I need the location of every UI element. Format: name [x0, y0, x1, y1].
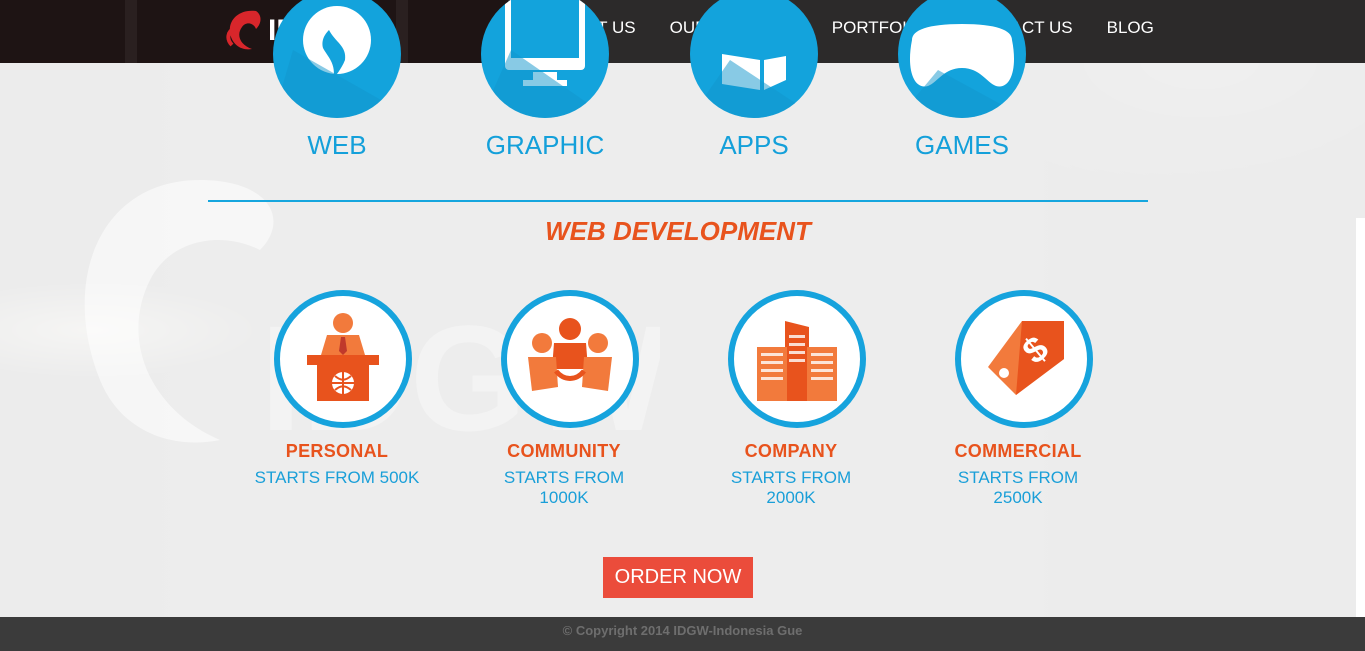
main-nav: ABOUT US OUR SERVICES PORTFOLIO CONTACT …: [532, 0, 1171, 56]
category-label: WEB: [307, 130, 367, 160]
package-name: COMMUNITY: [507, 441, 621, 461]
nav-blog[interactable]: BLOG: [1090, 18, 1171, 38]
flame-logo-icon: [226, 10, 261, 50]
page-edge: [1356, 218, 1365, 618]
order-now-button[interactable]: ORDER NOW: [603, 557, 753, 598]
category-label: APPS: [719, 130, 789, 160]
people-group-icon: [501, 290, 639, 428]
section-divider: [208, 200, 1148, 202]
top-navbar: IDGW ABOUT US OUR SERVICES PORTFOLIO CON…: [0, 0, 1365, 63]
navbar-strip: [125, 0, 137, 63]
package-price: STARTS FROM 1000K: [503, 468, 625, 507]
package-price: STARTS FROM 2500K: [957, 468, 1079, 507]
package-price: STARTS FROM 2000K: [730, 468, 852, 507]
package-price: STARTS FROM 500K: [254, 468, 420, 487]
copyright-text: © Copyright 2014 IDGW-Indonesia Gue: [562, 623, 803, 638]
package-name: COMPANY: [744, 441, 838, 461]
package-name: COMMERCIAL: [954, 441, 1082, 461]
package-name: PERSONAL: [285, 441, 389, 461]
content-panel: [0, 0, 1365, 617]
category-label: GRAPHIC: [485, 130, 605, 160]
buildings-icon: [728, 290, 866, 428]
section-title: WEB DEVELOPMENT: [545, 216, 811, 246]
speaker-podium-icon: [274, 290, 412, 428]
price-tag-icon: $: [955, 290, 1093, 428]
footer: © Copyright 2014 IDGW-Indonesia Gue: [0, 617, 1365, 651]
category-label: GAMES: [915, 130, 1009, 160]
